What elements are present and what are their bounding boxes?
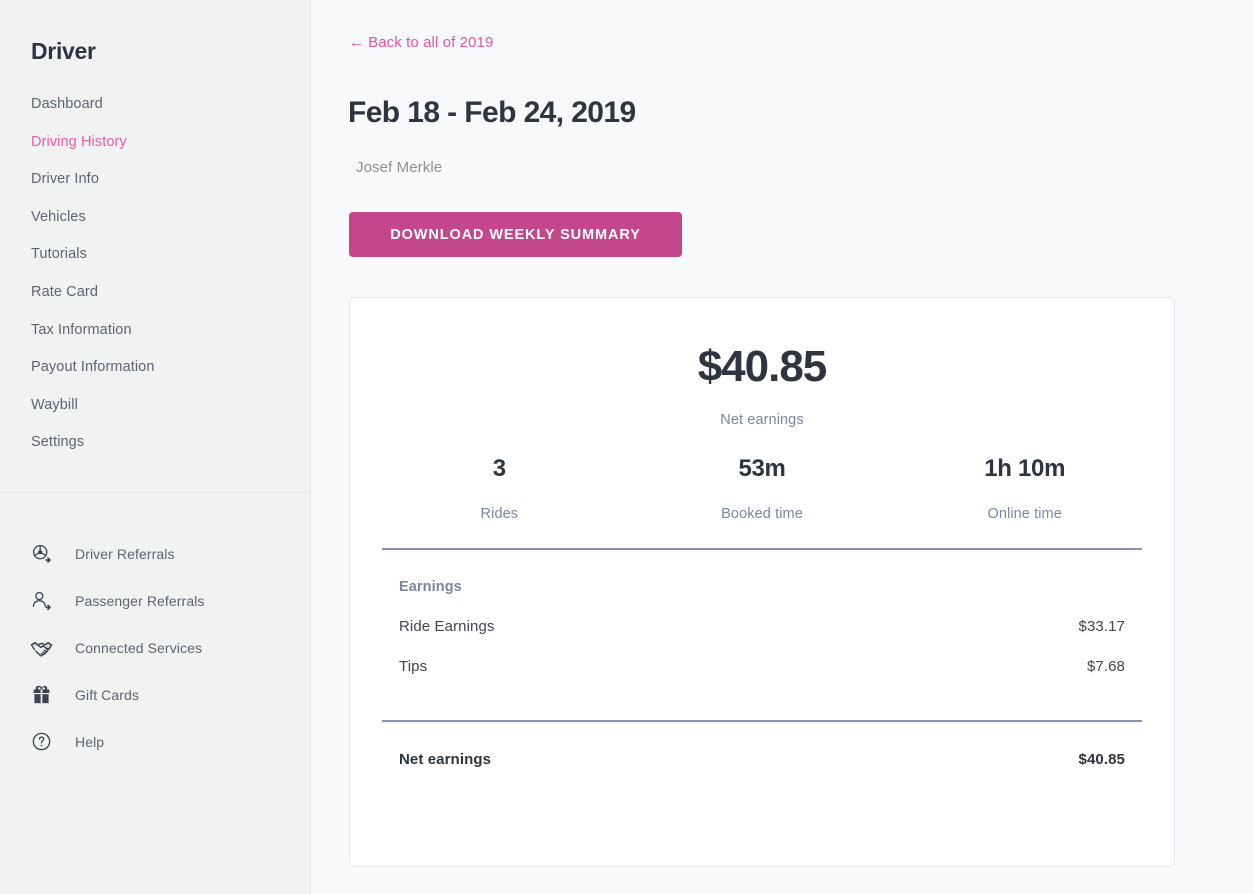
gift-icon [26,684,56,705]
line-item-label: Tips [399,658,427,675]
net-earnings-total-row: Net earnings $40.85 [350,751,1174,768]
sidebar-primary-nav: Dashboard Driving History Driver Info Ve… [31,86,281,462]
stat-label: Online time [893,506,1156,522]
back-link-label: Back to all of 2019 [368,34,493,51]
sidebar-divider [0,492,310,493]
handshake-icon [26,636,56,659]
app-root: Driver Dashboard Driving History Driver … [0,0,1254,894]
net-earnings-caption: Net earnings [350,412,1174,428]
sidebar-item-dashboard[interactable]: Dashboard [31,86,281,124]
net-earnings-amount: $40.85 [350,345,1174,389]
steering-wheel-add-icon [26,543,56,564]
sidebar-item-tax-information[interactable]: Tax Information [31,312,281,350]
stat-booked-time: 53m Booked time [631,457,894,522]
sidebar-item-rate-card[interactable]: Rate Card [31,274,281,312]
sidebar-item-label: Passenger Referrals [75,593,205,609]
stat-value: 3 [368,457,631,481]
sidebar-item-label: Driver Referrals [75,546,175,562]
sidebar-item-waybill[interactable]: Waybill [31,387,281,425]
stat-online-time: 1h 10m Online time [893,457,1156,522]
main-content: ←Back to all of 2019 Feb 18 - Feb 24, 20… [311,0,1254,894]
driver-name-field[interactable] [344,148,519,187]
stat-value: 53m [631,457,894,481]
left-arrow-icon: ← [349,34,364,51]
stats-row: 3 Rides 53m Booked time 1h 10m Online ti… [350,457,1174,522]
sidebar-item-tutorials[interactable]: Tutorials [31,236,281,274]
sidebar-item-help[interactable]: Help [0,718,311,765]
sidebar-item-driving-history[interactable]: Driving History [31,124,281,162]
question-circle-icon [26,731,56,752]
sidebar-secondary-nav: Driver Referrals Passenger Referrals [0,530,311,765]
earnings-breakdown: Earnings Ride Earnings $33.17 Tips $7.68 [350,579,1174,675]
sidebar-item-passenger-referrals[interactable]: Passenger Referrals [0,577,311,624]
sidebar-item-label: Connected Services [75,640,202,656]
stat-value: 1h 10m [893,457,1156,481]
sidebar-item-connected-services[interactable]: Connected Services [0,624,311,671]
divider-bottom [382,720,1142,722]
back-to-year-link[interactable]: ←Back to all of 2019 [349,34,493,51]
line-item-tips: Tips $7.68 [399,658,1125,675]
page-title: Feb 18 - Feb 24, 2019 [348,96,636,130]
divider-top [382,548,1142,550]
line-item-amount: $7.68 [1087,658,1125,675]
sidebar-item-vehicles[interactable]: Vehicles [31,199,281,237]
line-item-ride-earnings: Ride Earnings $33.17 [399,618,1125,635]
sidebar-item-gift-cards[interactable]: Gift Cards [0,671,311,718]
earnings-section-heading: Earnings [399,579,1125,595]
sidebar: Driver Dashboard Driving History Driver … [0,0,311,894]
download-weekly-summary-button[interactable]: DOWNLOAD WEEKLY SUMMARY [349,212,682,257]
sidebar-item-label: Gift Cards [75,687,139,703]
sidebar-title: Driver [31,38,96,65]
total-amount: $40.85 [1079,751,1125,768]
sidebar-item-label: Help [75,734,104,750]
weekly-summary-card: $40.85 Net earnings 3 Rides 53m Booked t… [349,297,1175,867]
person-add-icon [26,590,56,611]
sidebar-item-payout-information[interactable]: Payout Information [31,349,281,387]
stat-label: Booked time [631,506,894,522]
line-item-amount: $33.17 [1079,618,1125,635]
sidebar-item-settings[interactable]: Settings [31,424,281,462]
line-item-label: Ride Earnings [399,618,495,635]
stat-label: Rides [368,506,631,522]
total-label: Net earnings [399,751,491,768]
sidebar-item-driver-referrals[interactable]: Driver Referrals [0,530,311,577]
sidebar-item-driver-info[interactable]: Driver Info [31,161,281,199]
stat-rides: 3 Rides [368,457,631,522]
